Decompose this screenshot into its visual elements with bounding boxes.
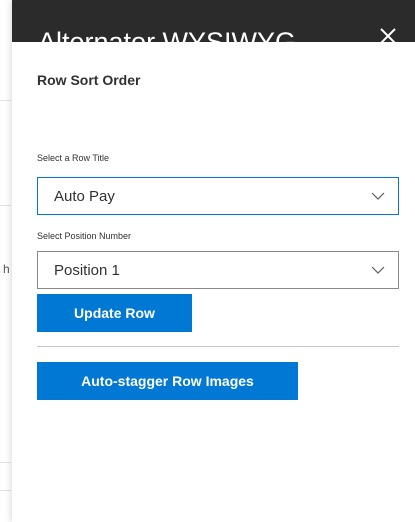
underlying-divider xyxy=(0,490,11,491)
position-label: Select Position Number xyxy=(37,231,132,241)
chevron-down-icon xyxy=(371,192,385,200)
auto-stagger-button[interactable]: Auto-stagger Row Images xyxy=(37,362,298,400)
underlying-text-fragment: h xyxy=(3,262,10,276)
position-dropdown[interactable]: Position 1 xyxy=(37,251,399,289)
underlying-divider xyxy=(0,205,11,206)
chevron-down-icon xyxy=(371,266,385,274)
row-title-label: Select a Row Title xyxy=(37,153,110,163)
underlying-divider xyxy=(0,462,11,463)
close-icon xyxy=(380,28,396,42)
section-title: Row Sort Order xyxy=(37,72,141,88)
update-row-button[interactable]: Update Row xyxy=(37,294,192,332)
underlying-divider xyxy=(0,100,11,101)
divider xyxy=(37,346,399,347)
close-button[interactable] xyxy=(374,26,402,42)
row-title-dropdown[interactable]: Auto Pay xyxy=(37,177,399,215)
panel-title: Alternator WYSIWYG xyxy=(38,27,297,42)
row-title-value: Auto Pay xyxy=(54,188,115,205)
screen: h Alternator WYSIWYG Row Sort Order Sele… xyxy=(0,0,415,522)
position-value: Position 1 xyxy=(54,262,120,279)
side-panel: Alternator WYSIWYG Row Sort Order Select… xyxy=(12,0,415,522)
panel-header: Alternator WYSIWYG xyxy=(12,0,415,42)
